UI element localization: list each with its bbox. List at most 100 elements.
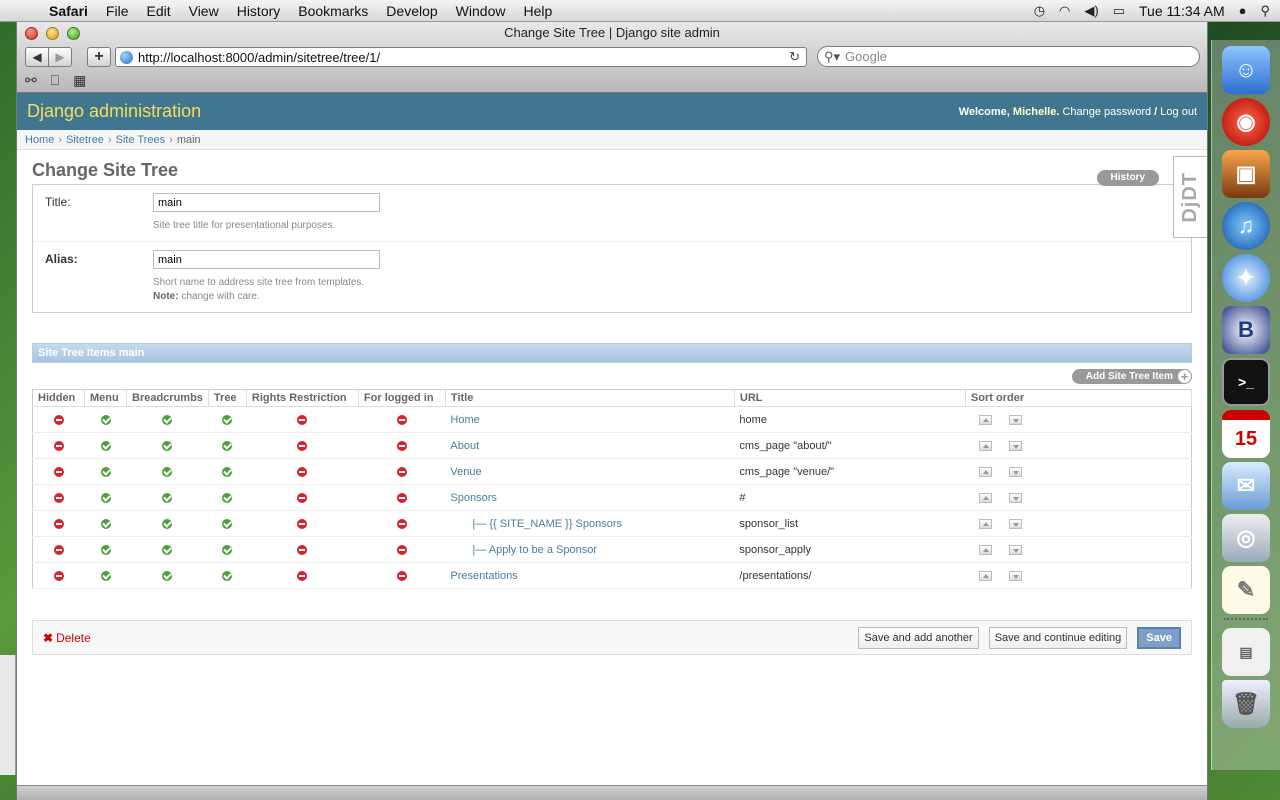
bookmarks-bar: ⚯ ⎕ ▦ [25,72,86,89]
alias-note-text: change with care. [181,291,260,302]
move-up-icon[interactable] [979,440,993,451]
move-up-icon[interactable] [979,518,993,529]
add-bookmark-button[interactable]: + [87,47,111,67]
welcome-text: Welcome, [958,105,1010,118]
terminal-icon[interactable]: >_ [1222,358,1270,406]
hidden-flag-cell [32,406,85,433]
safari-icon[interactable]: ✦ [1222,254,1270,302]
finder-icon[interactable]: ☺ [1222,46,1270,94]
move-down-icon[interactable] [1009,492,1023,503]
item-title-link[interactable]: Sponsors [450,492,496,504]
save-continue-button[interactable]: Save and continue editing [988,626,1128,649]
ical-icon[interactable]: 15 [1222,410,1270,458]
move-down-icon[interactable] [1009,440,1023,451]
yes-icon [162,414,173,425]
col-sort-order: Sort order [965,389,1193,407]
menu-view[interactable]: View [180,0,228,22]
yes-icon [222,492,233,503]
move-up-icon[interactable] [979,570,993,581]
breadcrumbs-flag-cell [126,432,209,459]
breadcrumb-site-trees[interactable]: Site Trees [116,134,166,146]
forward-button[interactable]: ▶ [48,47,72,67]
title-input[interactable] [153,193,380,212]
menu-app[interactable]: Safari [40,0,97,22]
history-button[interactable]: History [1096,170,1159,186]
hidden-flag-cell [32,536,85,563]
yes-icon [100,544,111,555]
change-password-link[interactable]: Change password [1062,106,1151,118]
alias-help: Short name to address site tree from tem… [153,276,380,304]
reading-list-icon[interactable]: ⚯ [25,72,37,89]
move-up-icon[interactable] [979,544,993,555]
sort-order-cell [965,458,1192,485]
user-icon[interactable]: ● [1239,3,1247,18]
breadcrumb-sitetree[interactable]: Sitetree [66,134,104,146]
menu-help[interactable]: Help [514,0,561,22]
bookmarks-book-icon[interactable]: ⎕ [51,72,59,89]
reload-icon[interactable]: ↻ [789,49,800,65]
time-machine-icon[interactable]: ◷ [1034,3,1045,19]
breadcrumb-home[interactable]: Home [25,134,54,146]
document-stack-icon[interactable]: ▤ [1222,628,1270,676]
spotlight-icon[interactable]: ⚲ [1260,3,1270,19]
move-down-icon[interactable] [1009,570,1023,581]
top-sites-grid-icon[interactable]: ▦ [73,72,86,89]
menubar-clock[interactable]: Tue 11:34 AM [1139,3,1225,19]
col-for-logged-in: For logged in [358,389,446,407]
url-cell: cms_page "venue/" [734,458,966,485]
alias-input[interactable] [153,250,380,269]
battery-icon[interactable]: ▭ [1113,3,1125,19]
move-up-icon[interactable] [979,466,993,477]
add-site-tree-item-button[interactable]: Add Site Tree Item + [1071,369,1192,384]
item-title-link[interactable]: Apply to be a Sponsor [489,544,597,556]
menu-window[interactable]: Window [447,0,515,22]
menu-bookmarks[interactable]: Bookmarks [289,0,377,22]
move-up-icon[interactable] [979,492,993,503]
back-button[interactable]: ◀ [25,47,49,67]
tree-fieldset: Title: Site tree title for presentationa… [32,184,1192,313]
search-icon: ⚲▾ [824,48,841,64]
menu-flag-cell [84,484,127,511]
table-row: Presentations/presentations/ [32,562,1192,589]
hidden-flag-cell [32,432,85,459]
move-down-icon[interactable] [1009,414,1023,425]
logout-link[interactable]: Log out [1160,106,1197,118]
logged-in-flag-cell [358,484,446,511]
textedit-icon[interactable]: ✎ [1222,566,1270,614]
menu-develop[interactable]: Develop [377,0,446,22]
site-brand[interactable]: Django administration [27,101,201,122]
save-button[interactable]: Save [1137,626,1181,649]
item-title-link[interactable]: Home [450,414,479,426]
wifi-icon[interactable]: ◠ [1059,3,1070,19]
delete-link[interactable]: ✖ Delete [43,631,91,645]
save-add-another-button[interactable]: Save and add another [858,626,979,649]
firefox-icon[interactable]: ◉ [1222,98,1270,146]
delete-label: Delete [56,630,91,645]
item-title-link[interactable]: {{ SITE_NAME }} Sponsors [489,518,622,530]
move-down-icon[interactable] [1009,518,1023,529]
item-title-link[interactable]: About [450,440,479,452]
dock: ☺ ◉ ▣ ♫ ✦ B >_ 15 ✉ ◎ ✎ ▤ 🗑 [1211,40,1280,770]
item-title-link[interactable]: Presentations [450,570,517,582]
search-field[interactable]: ⚲▾ Google [817,46,1200,67]
table-row: About cms_page "about/" [32,432,1192,459]
no-icon [297,570,308,581]
breadcrumbs-flag-cell [126,484,209,511]
iphoto-icon[interactable]: ▣ [1222,150,1270,198]
submit-buttons: Save and add another Save and continue e… [858,626,1181,649]
volume-icon[interactable]: ◀) [1084,3,1098,19]
menu-history[interactable]: History [228,0,290,22]
mail-icon[interactable]: ✉ [1222,462,1270,510]
move-up-icon[interactable] [979,414,993,425]
preview-icon[interactable]: ◎ [1222,514,1270,562]
menu-edit[interactable]: Edit [137,0,179,22]
move-down-icon[interactable] [1009,544,1023,555]
move-down-icon[interactable] [1009,466,1023,477]
trash-icon[interactable]: 🗑 [1222,680,1270,728]
address-bar[interactable]: http://localhost:8000/admin/sitetree/tre… [115,47,807,67]
item-title-link[interactable]: Venue [450,466,481,478]
menu-file[interactable]: File [97,0,138,22]
itunes-icon[interactable]: ♫ [1222,202,1270,250]
bbedit-icon[interactable]: B [1222,306,1270,354]
breadcrumbs-flag-cell [126,510,209,537]
